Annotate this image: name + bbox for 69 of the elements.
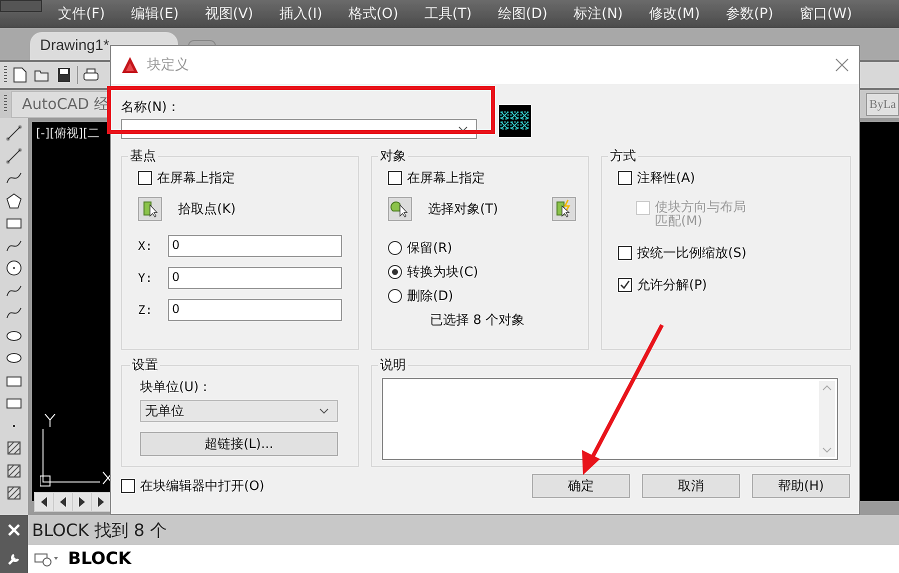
new-file-icon[interactable] <box>11 66 29 84</box>
option-checkbox[interactable]: 注释性(A) <box>618 169 838 187</box>
option-checkbox[interactable]: 按统一比例缩放(S) <box>618 244 838 262</box>
coordinate-field[interactable]: 0 <box>168 299 342 321</box>
coordinate-label: Y: <box>138 271 152 285</box>
draw-tool-icon[interactable] <box>5 146 23 164</box>
group-title: 基点 <box>129 148 157 165</box>
menu-item[interactable]: 窗口(W) <box>799 5 852 23</box>
menu-item[interactable]: 格式(O) <box>348 5 398 23</box>
block-preview-drawing <box>499 105 531 137</box>
group-title: 设置 <box>131 357 159 374</box>
coordinate-label: X: <box>138 239 152 253</box>
line-icon[interactable] <box>5 124 23 142</box>
menu-item[interactable]: 文件(F) <box>58 5 105 23</box>
select-objects-button[interactable] <box>388 197 412 221</box>
previous-layout-icon[interactable] <box>54 493 72 511</box>
draw-tool-icon[interactable] <box>5 462 23 480</box>
option-checkbox[interactable]: 允许分解(P) <box>618 276 838 294</box>
command-field[interactable]: BLOCK <box>28 545 899 573</box>
command-history: BLOCK 找到 8 个 <box>28 515 899 545</box>
menu-item[interactable]: 修改(M) <box>648 5 700 23</box>
unit-label: 块单位(U)： <box>140 379 213 396</box>
wrench-icon[interactable] <box>7 552 21 566</box>
radio-button[interactable]: 删除(D) <box>388 287 576 305</box>
viewport-label[interactable]: [-][俯视][二 <box>36 125 100 142</box>
specify-on-screen-checkbox[interactable]: 在屏幕上指定 <box>388 169 576 187</box>
coordinate-field[interactable]: 0 <box>168 235 342 257</box>
radio-button[interactable]: 转换为块(C) <box>388 263 576 281</box>
pentagon-icon[interactable] <box>5 192 23 210</box>
radio-button[interactable]: 保留(R) <box>388 239 576 257</box>
block-icon <box>34 551 60 567</box>
dialog-button[interactable]: 帮助(H) <box>752 474 850 498</box>
menu-item[interactable]: 参数(P) <box>726 5 774 23</box>
hatch-icon[interactable] <box>5 439 23 457</box>
quick-select-button[interactable] <box>552 197 576 221</box>
menu-item[interactable]: 插入(I) <box>279 5 322 23</box>
save-icon[interactable] <box>55 66 73 84</box>
menu-item[interactable]: 绘图(D) <box>498 5 548 23</box>
caret-icon <box>319 408 329 414</box>
unit-dropdown[interactable]: 无单位 <box>140 400 338 422</box>
next-layout-icon[interactable] <box>92 493 110 511</box>
close-icon[interactable] <box>835 58 849 72</box>
menu-item[interactable]: 工具(T) <box>424 5 472 23</box>
group-title: 说明 <box>379 357 407 374</box>
draw-tool-icon[interactable] <box>5 484 23 502</box>
name-label: 名称(N)： <box>121 99 181 116</box>
autocad-logo-icon <box>121 56 139 74</box>
coordinate-field[interactable]: 0 <box>168 267 342 289</box>
group-title: 方式 <box>609 148 637 165</box>
check-icon <box>619 278 631 291</box>
menu-item[interactable]: 标注(N) <box>574 5 623 23</box>
group-title: 对象 <box>379 148 407 165</box>
selection-count: 已选择 8 个对象 <box>429 312 526 329</box>
menu-item[interactable]: 视图(V) <box>204 5 254 23</box>
circle-icon[interactable] <box>5 259 23 277</box>
next-layout-icon[interactable] <box>73 493 91 511</box>
coordinate-label: Z: <box>138 303 152 317</box>
menu-item[interactable]: 编辑(E) <box>130 5 179 23</box>
caret-icon <box>458 126 468 132</box>
description-field[interactable] <box>382 378 838 460</box>
open-in-editor-checkbox[interactable]: 在块编辑器中打开(O) <box>121 477 264 495</box>
hyperlink-button[interactable]: 超链接(L)... <box>140 432 338 456</box>
specify-on-screen-checkbox[interactable]: 在屏幕上指定 <box>138 169 346 187</box>
dialog-button[interactable]: 取消 <box>642 474 740 498</box>
previous-layout-icon[interactable] <box>35 493 53 511</box>
dialog-button[interactable]: 确定 <box>532 474 630 498</box>
pick-point-label: 拾取点(K) <box>178 201 236 218</box>
select-objects-label: 选择对象(T) <box>428 201 498 218</box>
pick-point-button[interactable] <box>138 197 162 221</box>
